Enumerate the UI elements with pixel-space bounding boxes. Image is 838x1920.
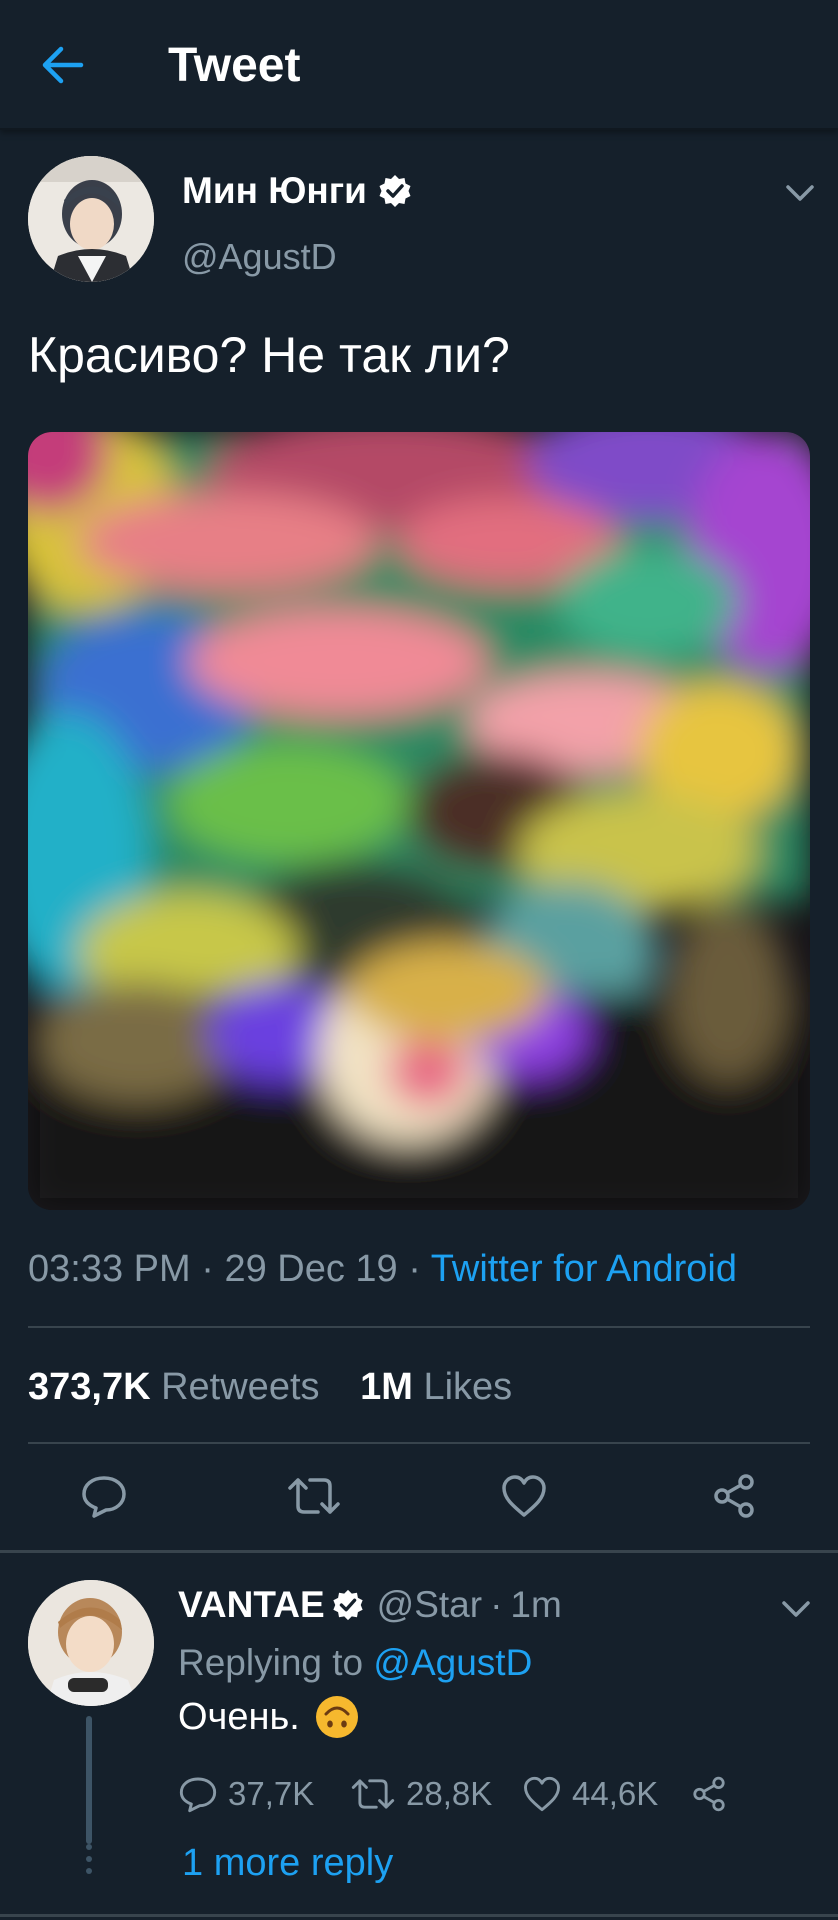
likes-stat[interactable]: 1M Likes bbox=[360, 1366, 512, 1409]
more-replies-link[interactable]: 1 more reply bbox=[182, 1842, 393, 1885]
reply-tweet[interactable]: VANTAE @Star · 1m Replying to @AgustD Оч… bbox=[0, 1552, 838, 1920]
reply-author-handle[interactable]: @Star bbox=[377, 1584, 482, 1626]
tweet-media-image[interactable] bbox=[28, 432, 810, 1210]
thread-dots bbox=[84, 1844, 94, 1880]
replying-to-handle-link[interactable]: @AgustD bbox=[373, 1642, 532, 1683]
like-icon bbox=[524, 1776, 560, 1812]
author-handle[interactable]: @AgustD bbox=[182, 236, 337, 278]
reply-text-content: Очень. bbox=[178, 1695, 300, 1738]
avatar-image bbox=[28, 1580, 154, 1706]
arrow-left-icon bbox=[42, 46, 84, 84]
retweets-count: 373,7K bbox=[28, 1366, 151, 1408]
back-button[interactable] bbox=[38, 40, 88, 90]
reply-dot-separator: · bbox=[490, 1584, 503, 1625]
chevron-down-icon bbox=[786, 185, 814, 201]
reply-icon bbox=[82, 1476, 126, 1518]
tweet-meta: 03:33 PM · 29 Dec 19 · Twitter for Andro… bbox=[28, 1248, 737, 1291]
reply-button[interactable] bbox=[74, 1468, 134, 1524]
reply-time: 1m bbox=[510, 1584, 562, 1625]
section-divider bbox=[0, 1914, 838, 1917]
reply-author-avatar[interactable] bbox=[28, 1580, 154, 1706]
reply-header: VANTAE @Star · 1m bbox=[178, 1584, 562, 1626]
reply-like-count: 44,6K bbox=[572, 1775, 659, 1812]
reply-like-button[interactable]: 44,6K bbox=[522, 1768, 658, 1820]
retweet-button[interactable] bbox=[284, 1468, 344, 1524]
tweet-stats: 373,7K Retweets 1M Likes bbox=[28, 1366, 542, 1409]
author-name-text: Мин Юнги bbox=[182, 170, 367, 211]
share-icon bbox=[714, 1474, 754, 1518]
author-avatar[interactable] bbox=[28, 156, 154, 282]
tweet-action-bar bbox=[0, 1468, 838, 1524]
retweets-label: Retweets bbox=[161, 1366, 320, 1408]
reply-author-name[interactable]: VANTAE bbox=[178, 1584, 325, 1626]
upside-down-face-emoji-icon bbox=[314, 1694, 360, 1740]
reply-retweet-count: 28,8K bbox=[406, 1775, 493, 1812]
tweet-date: 29 Dec 19 bbox=[224, 1248, 398, 1290]
reply-retweet-button[interactable]: 28,8K bbox=[350, 1768, 492, 1820]
like-icon bbox=[502, 1475, 546, 1517]
share-icon bbox=[693, 1776, 725, 1812]
top-app-bar: Tweet bbox=[0, 0, 838, 130]
tweet-menu-button[interactable] bbox=[782, 178, 818, 208]
reply-text: Очень. bbox=[178, 1694, 360, 1740]
chevron-down-icon bbox=[782, 1601, 810, 1617]
meta-separator-1: · bbox=[190, 1248, 225, 1290]
tweet-time: 03:33 PM bbox=[28, 1248, 191, 1290]
page-title: Tweet bbox=[168, 39, 301, 92]
divider bbox=[28, 1442, 810, 1444]
retweet-icon bbox=[288, 1478, 340, 1514]
likes-label: Likes bbox=[423, 1366, 513, 1408]
tweet-text: Красиво? Не так ли? bbox=[28, 327, 510, 383]
reply-share-button[interactable] bbox=[690, 1768, 728, 1820]
share-button[interactable] bbox=[704, 1468, 764, 1524]
tweet-source-link[interactable]: Twitter for Android bbox=[431, 1248, 737, 1290]
thread-line bbox=[86, 1716, 92, 1844]
meta-separator-2: · bbox=[397, 1248, 431, 1290]
divider bbox=[28, 1326, 810, 1328]
retweets-stat[interactable]: 373,7K Retweets bbox=[28, 1366, 320, 1409]
author-name[interactable]: Мин Юнги bbox=[182, 170, 413, 212]
retweet-icon bbox=[351, 1779, 395, 1809]
reply-icon bbox=[179, 1777, 217, 1813]
reply-menu-button[interactable] bbox=[778, 1594, 814, 1624]
replying-to: Replying to @AgustD bbox=[178, 1642, 532, 1684]
avatar-image bbox=[28, 156, 154, 282]
like-button[interactable] bbox=[494, 1468, 554, 1524]
verified-badge-icon bbox=[331, 1588, 365, 1622]
reply-reply-button[interactable]: 37,7K bbox=[178, 1768, 314, 1820]
replying-to-prefix: Replying to bbox=[178, 1642, 364, 1683]
reply-reply-count: 37,7K bbox=[228, 1775, 315, 1812]
verified-badge-icon bbox=[377, 173, 413, 209]
likes-count: 1M bbox=[360, 1366, 413, 1408]
